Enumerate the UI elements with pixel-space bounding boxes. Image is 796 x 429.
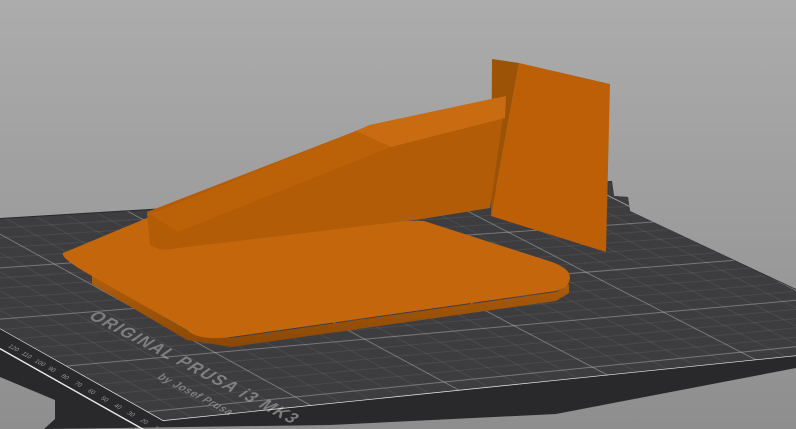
scene-canvas: ORIGINAL PRUSA i3 MK3 by Josef Prusa 120… bbox=[0, 0, 796, 429]
slicer-3d-viewport[interactable]: ORIGINAL PRUSA i3 MK3 by Josef Prusa 120… bbox=[0, 0, 796, 429]
printed-model[interactable] bbox=[63, 59, 610, 347]
